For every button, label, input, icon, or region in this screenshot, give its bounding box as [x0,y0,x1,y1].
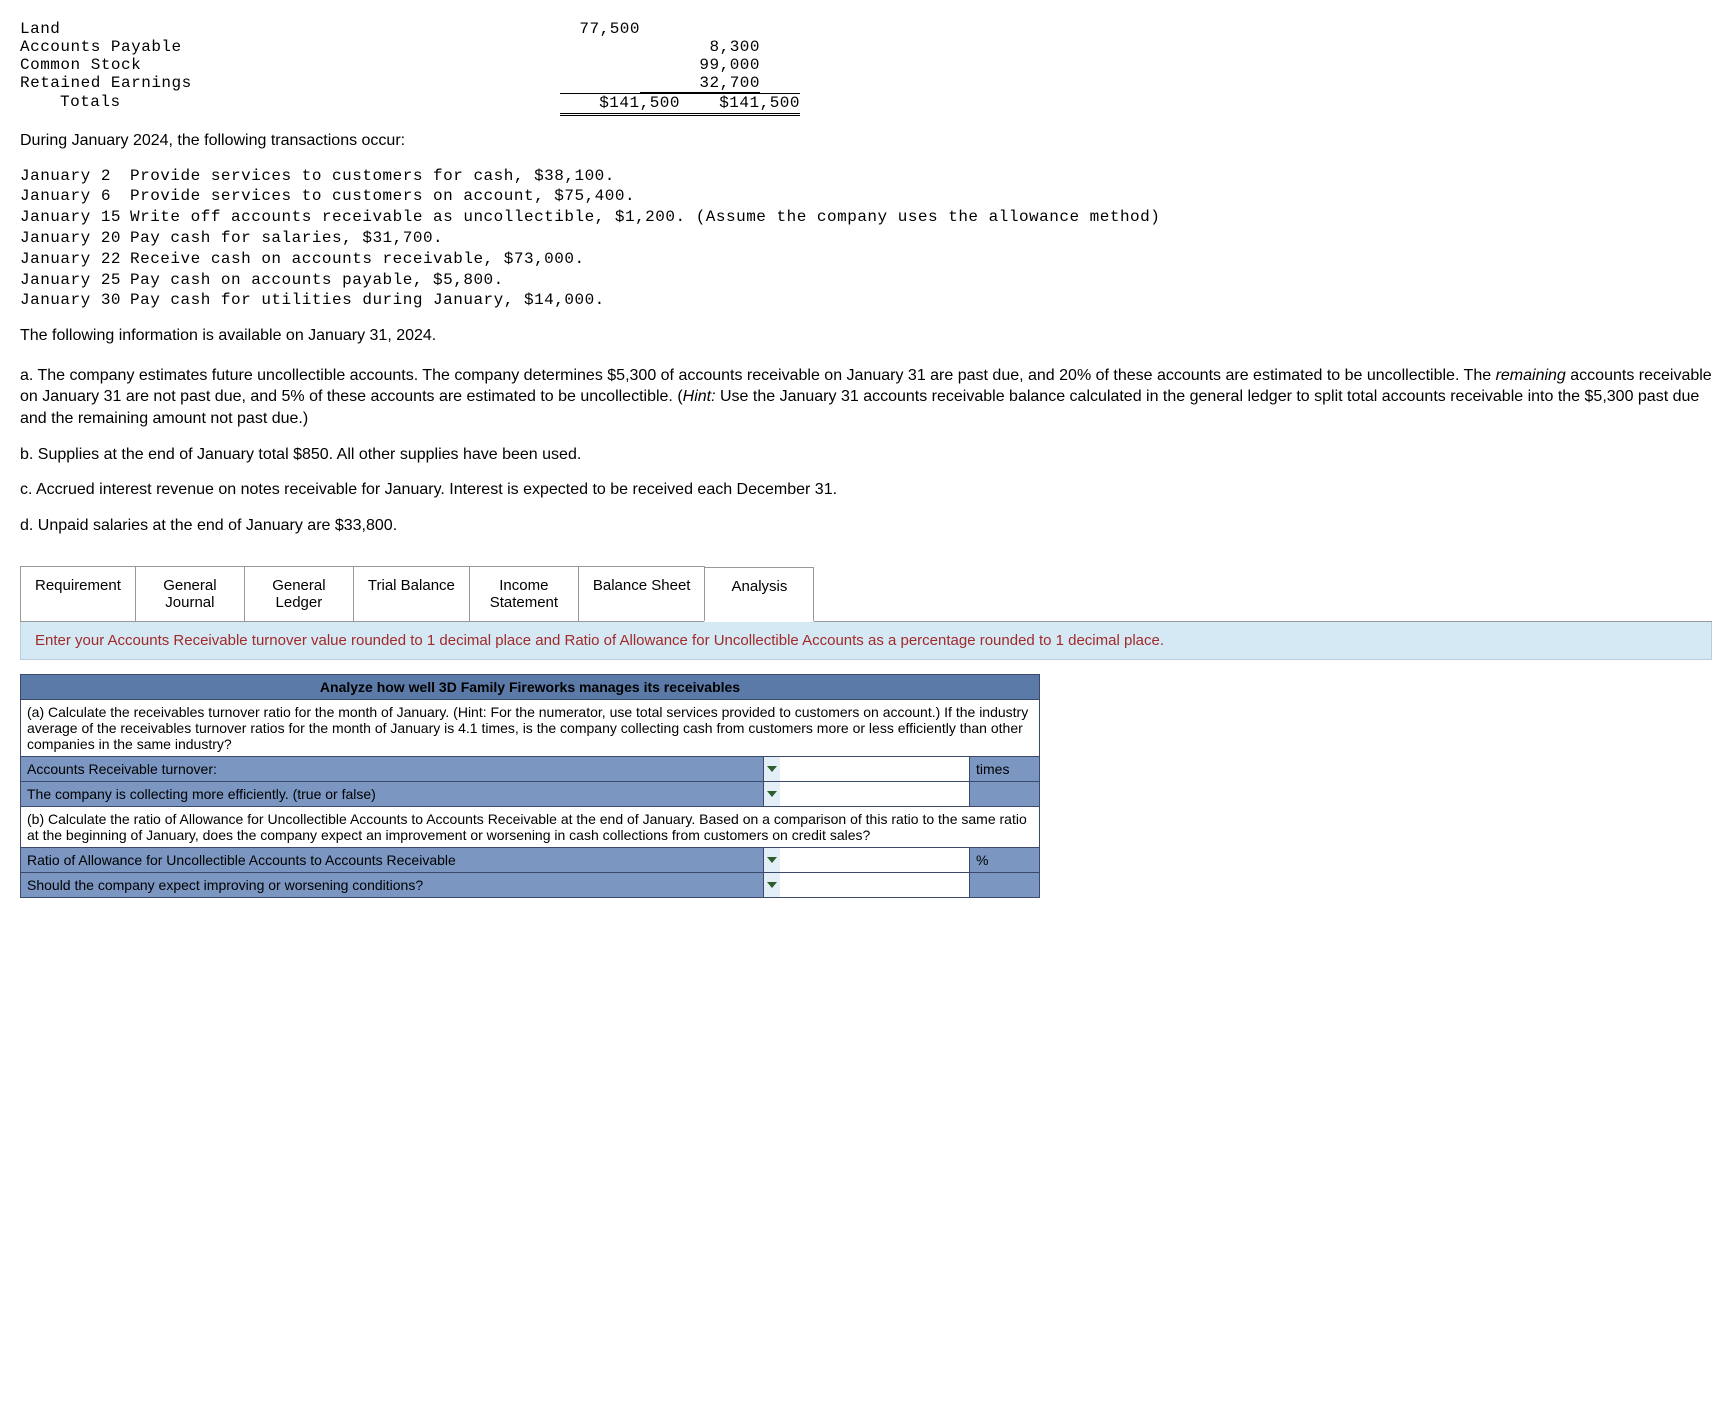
tab-requirement[interactable]: Requirement [20,566,136,621]
expect-input[interactable] [780,873,969,897]
expect-input-cell[interactable] [764,873,970,898]
acct-name: Retained Earnings [20,74,520,93]
info-heading: The following information is available o… [20,325,1712,347]
totals-credit: $141,500 [680,93,800,116]
pct-unit: % [970,848,1040,873]
credit-val [640,20,760,38]
txn-desc: Pay cash on accounts payable, $5,800. [130,270,1712,291]
blank-unit [970,782,1040,807]
times-unit: times [970,757,1040,782]
info-d: d. Unpaid salaries at the end of January… [20,515,1712,537]
txn-date: January 22 [20,249,130,270]
info-a-pre: a. The company estimates future uncollec… [20,367,1496,384]
debit-val [520,38,640,56]
credit-val: 99,000 [640,56,760,74]
txn-desc: Provide services to customers on account… [130,186,1712,207]
debit-val: 77,500 [520,20,640,38]
question-b: (b) Calculate the ratio of Allowance for… [21,807,1040,848]
instruction-banner: Enter your Accounts Receivable turnover … [20,622,1712,660]
totals-label: Totals [20,93,560,116]
txn-date: January 25 [20,270,130,291]
transactions-list: January 2Provide services to customers f… [20,166,1712,312]
ratio-input[interactable] [780,848,969,872]
info-a-hint-label: Hint: [683,388,716,405]
txn-date: January 15 [20,207,130,228]
credit-val: 32,700 [640,74,760,93]
efficient-input[interactable] [780,782,969,806]
acct-name: Common Stock [20,56,520,74]
ar-turnover-input[interactable] [780,757,969,781]
tab-general-ledger[interactable]: General Ledger [244,566,354,621]
txn-desc: Write off accounts receivable as uncolle… [130,207,1712,228]
info-a-em: remaining [1496,367,1566,384]
ratio-label: Ratio of Allowance for Uncollectible Acc… [21,848,764,873]
analysis-panel: Analyze how well 3D Family Fireworks man… [20,674,1040,898]
panel-title: Analyze how well 3D Family Fireworks man… [21,675,1040,700]
tab-balance-sheet[interactable]: Balance Sheet [578,566,706,621]
credit-val: 8,300 [640,38,760,56]
txn-desc: Pay cash for utilities during January, $… [130,290,1712,311]
ar-turnover-input-cell[interactable] [764,757,970,782]
txn-desc: Provide services to customers for cash, … [130,166,1712,187]
efficient-input-cell[interactable] [764,782,970,807]
tab-trial-balance[interactable]: Trial Balance [353,566,470,621]
efficient-label: The company is collecting more efficient… [21,782,764,807]
tab-bar: Requirement General Journal General Ledg… [20,566,1712,622]
info-c: c. Accrued interest revenue on notes rec… [20,479,1712,501]
txn-date: January 6 [20,186,130,207]
txn-date: January 20 [20,228,130,249]
tab-income-statement[interactable]: Income Statement [469,566,579,621]
debit-val [520,56,640,74]
info-a: a. The company estimates future uncollec… [20,365,1712,430]
question-a: (a) Calculate the receivables turnover r… [21,700,1040,757]
totals-debit: $141,500 [560,93,680,116]
ratio-input-cell[interactable] [764,848,970,873]
tab-general-journal[interactable]: General Journal [135,566,245,621]
dropdown-arrow-icon[interactable] [764,848,780,872]
acct-name: Land [20,20,520,38]
acct-name: Accounts Payable [20,38,520,56]
dropdown-arrow-icon[interactable] [764,782,780,806]
info-b: b. Supplies at the end of January total … [20,444,1712,466]
txn-desc: Pay cash for salaries, $31,700. [130,228,1712,249]
debit-val [520,74,640,93]
blank-unit [970,873,1040,898]
ledger-table: Land 77,500 Accounts Payable 8,300 Commo… [20,20,1712,116]
tab-analysis[interactable]: Analysis [704,567,814,622]
dropdown-arrow-icon[interactable] [764,873,780,897]
txn-date: January 30 [20,290,130,311]
intro-text: During January 2024, the following trans… [20,130,1712,152]
txn-date: January 2 [20,166,130,187]
expect-label: Should the company expect improving or w… [21,873,764,898]
ar-turnover-label: Accounts Receivable turnover: [21,757,764,782]
txn-desc: Receive cash on accounts receivable, $73… [130,249,1712,270]
dropdown-arrow-icon[interactable] [764,757,780,781]
